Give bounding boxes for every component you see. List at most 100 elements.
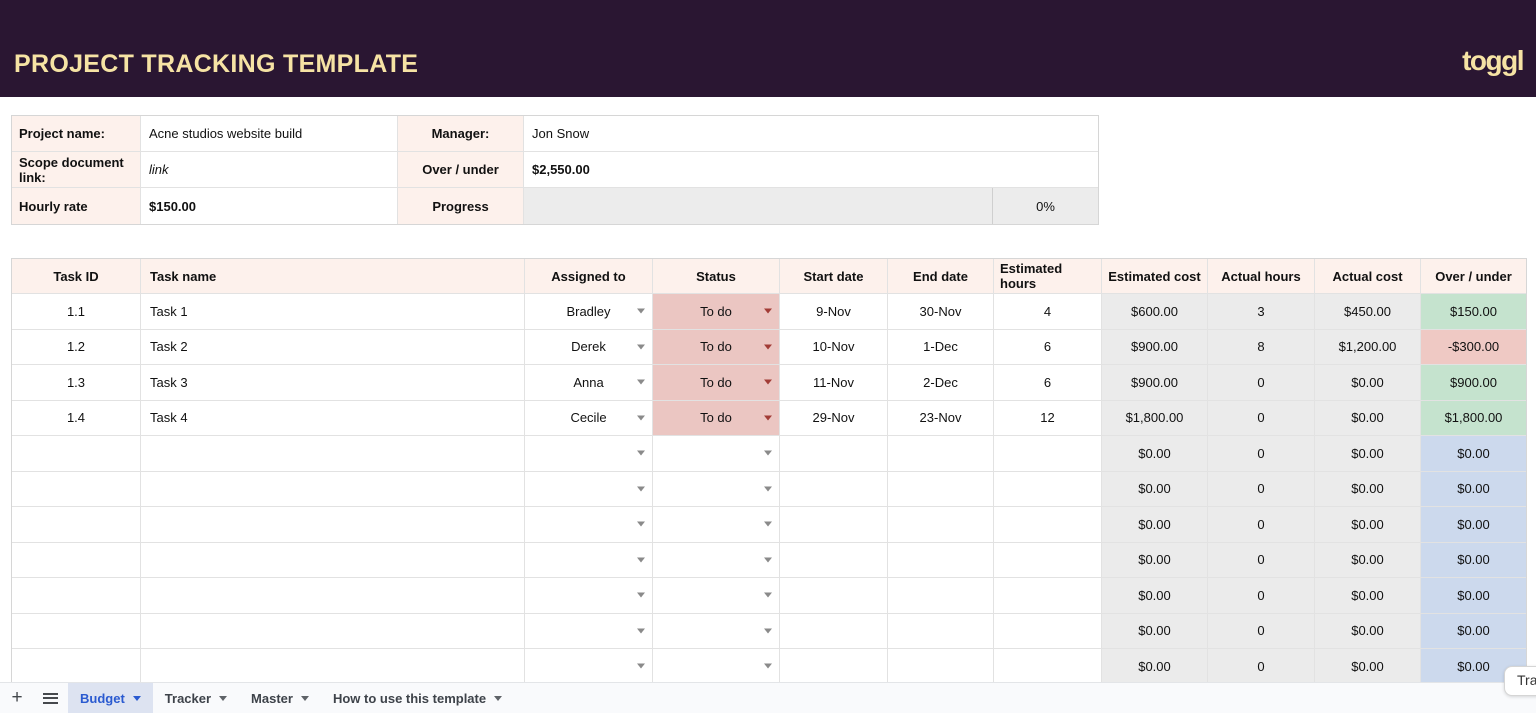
task-id-cell[interactable]: 1.3	[12, 365, 141, 400]
actual-hours-cell[interactable]: 3	[1208, 294, 1315, 329]
sheet-tab[interactable]: How to use this template	[321, 683, 514, 713]
task-name-cell[interactable]: Task 2	[141, 329, 525, 364]
actual-hours-cell[interactable]: 0	[1208, 507, 1315, 542]
actual-hours-cell[interactable]: 0	[1208, 542, 1315, 577]
actual-hours-cell[interactable]: 0	[1208, 471, 1315, 506]
end-date-cell[interactable]	[888, 613, 994, 648]
start-date-cell[interactable]	[780, 578, 888, 613]
task-name-cell[interactable]	[141, 649, 525, 684]
task-name-cell[interactable]	[141, 471, 525, 506]
task-name-cell[interactable]	[141, 542, 525, 577]
estimated-hours-cell[interactable]	[994, 471, 1102, 506]
status-cell[interactable]	[653, 578, 780, 613]
chevron-down-icon[interactable]	[132, 695, 141, 701]
estimated-cost-cell[interactable]: $0.00	[1102, 649, 1208, 684]
estimated-cost-cell[interactable]: $0.00	[1102, 613, 1208, 648]
estimated-cost-cell[interactable]: $0.00	[1102, 578, 1208, 613]
start-date-cell[interactable]	[780, 649, 888, 684]
chevron-down-icon[interactable]	[637, 557, 645, 563]
assigned-to-cell[interactable]	[525, 613, 653, 648]
estimated-cost-cell[interactable]: $600.00	[1102, 294, 1208, 329]
sheet-tab[interactable]: Master	[239, 683, 321, 713]
estimated-hours-cell[interactable]	[994, 649, 1102, 684]
status-cell[interactable]	[653, 613, 780, 648]
actual-cost-cell[interactable]: $1,200.00	[1315, 329, 1421, 364]
over-under-cell[interactable]: $900.00	[1421, 365, 1526, 400]
sheet-tab[interactable]: Budget	[68, 683, 153, 713]
assigned-to-cell[interactable]: Cecile	[525, 400, 653, 435]
chevron-down-icon[interactable]	[219, 695, 228, 701]
actual-hours-cell[interactable]: 8	[1208, 329, 1315, 364]
status-cell[interactable]: To do	[653, 329, 780, 364]
task-id-cell[interactable]: 1.4	[12, 400, 141, 435]
chevron-down-icon[interactable]	[637, 663, 645, 669]
status-cell[interactable]	[653, 507, 780, 542]
end-date-cell[interactable]	[888, 471, 994, 506]
assigned-to-cell[interactable]	[525, 471, 653, 506]
task-id-cell[interactable]: 1.1	[12, 294, 141, 329]
start-date-cell[interactable]	[780, 542, 888, 577]
start-date-cell[interactable]	[780, 471, 888, 506]
task-id-cell[interactable]	[12, 471, 141, 506]
status-cell[interactable]	[653, 436, 780, 471]
task-name-cell[interactable]	[141, 436, 525, 471]
assigned-to-cell[interactable]: Derek	[525, 329, 653, 364]
estimated-cost-cell[interactable]: $0.00	[1102, 507, 1208, 542]
actual-hours-cell[interactable]: 0	[1208, 578, 1315, 613]
end-date-cell[interactable]: 1-Dec	[888, 329, 994, 364]
end-date-cell[interactable]	[888, 649, 994, 684]
over-under-cell[interactable]: $0.00	[1421, 542, 1526, 577]
actual-cost-cell[interactable]: $0.00	[1315, 507, 1421, 542]
estimated-cost-cell[interactable]: $0.00	[1102, 471, 1208, 506]
actual-hours-cell[interactable]: 0	[1208, 365, 1315, 400]
status-cell[interactable]: To do	[653, 400, 780, 435]
start-date-cell[interactable]	[780, 613, 888, 648]
status-cell[interactable]	[653, 542, 780, 577]
estimated-hours-cell[interactable]: 6	[994, 365, 1102, 400]
over-under-cell[interactable]: $150.00	[1421, 294, 1526, 329]
chevron-down-icon[interactable]	[764, 308, 772, 314]
chevron-down-icon[interactable]	[637, 486, 645, 492]
start-date-cell[interactable]	[780, 507, 888, 542]
estimated-cost-cell[interactable]: $1,800.00	[1102, 400, 1208, 435]
task-id-cell[interactable]	[12, 436, 141, 471]
actual-cost-cell[interactable]: $0.00	[1315, 471, 1421, 506]
actual-hours-cell[interactable]: 0	[1208, 436, 1315, 471]
project-name-value[interactable]: Acne studios website build	[141, 116, 398, 151]
chevron-down-icon[interactable]	[637, 379, 645, 385]
estimated-hours-cell[interactable]: 12	[994, 400, 1102, 435]
chevron-down-icon[interactable]	[637, 450, 645, 456]
start-date-cell[interactable]: 10-Nov	[780, 329, 888, 364]
over-under-cell[interactable]: $0.00	[1421, 578, 1526, 613]
task-name-cell[interactable]: Task 4	[141, 400, 525, 435]
end-date-cell[interactable]	[888, 578, 994, 613]
task-id-cell[interactable]: 1.2	[12, 329, 141, 364]
assigned-to-cell[interactable]	[525, 578, 653, 613]
end-date-cell[interactable]	[888, 436, 994, 471]
add-sheet-button[interactable]: +	[2, 687, 32, 709]
hourly-rate-value[interactable]: $150.00	[141, 188, 398, 224]
manager-value[interactable]: Jon Snow	[524, 116, 1098, 151]
estimated-hours-cell[interactable]	[994, 507, 1102, 542]
actual-cost-cell[interactable]: $0.00	[1315, 365, 1421, 400]
start-date-cell[interactable]: 29-Nov	[780, 400, 888, 435]
chevron-down-icon[interactable]	[764, 663, 772, 669]
chevron-down-icon[interactable]	[637, 628, 645, 634]
task-name-cell[interactable]	[141, 613, 525, 648]
chevron-down-icon[interactable]	[300, 695, 309, 701]
actual-cost-cell[interactable]: $450.00	[1315, 294, 1421, 329]
estimated-hours-cell[interactable]	[994, 613, 1102, 648]
over-under-cell[interactable]: $0.00	[1421, 507, 1526, 542]
chevron-down-icon[interactable]	[764, 628, 772, 634]
chevron-down-icon[interactable]	[764, 592, 772, 598]
chevron-down-icon[interactable]	[637, 521, 645, 527]
chevron-down-icon[interactable]	[764, 415, 772, 421]
estimated-cost-cell[interactable]: $0.00	[1102, 436, 1208, 471]
task-id-cell[interactable]	[12, 613, 141, 648]
sheet-tab[interactable]: Tracker	[153, 683, 239, 713]
chevron-down-icon[interactable]	[764, 557, 772, 563]
start-date-cell[interactable]: 11-Nov	[780, 365, 888, 400]
estimated-cost-cell[interactable]: $0.00	[1102, 542, 1208, 577]
end-date-cell[interactable]	[888, 542, 994, 577]
chevron-down-icon[interactable]	[764, 379, 772, 385]
